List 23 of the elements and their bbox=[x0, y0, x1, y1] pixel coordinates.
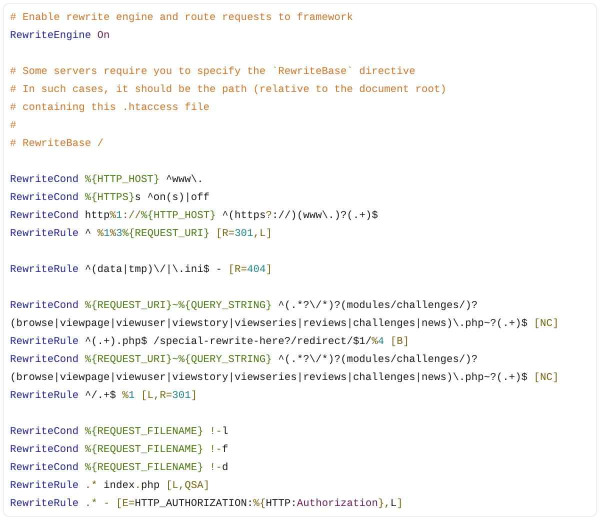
code-line: RewriteCond http%1://%{HTTP_HOST} ^(https?://)(www\.)?(.+)$ bbox=[10, 209, 378, 224]
code-line: RewriteRule ^ %1%3%{REQUEST_URI} [R=301,L] bbox=[10, 227, 272, 242]
code-line: RewriteEngine On bbox=[10, 29, 110, 44]
code-line: # Some servers require you to specify the `RewriteBase` directive bbox=[10, 65, 416, 80]
code-line: RewriteCond %{REQUEST_FILENAME} !-f bbox=[10, 443, 228, 458]
code-line: RewriteCond %{REQUEST_URI}~%{QUERY_STRING} ^(.*?\/*)?(modules/challenges/)? bbox=[10, 299, 478, 314]
code-line: RewriteRule ^(data|tmp)\/|\.ini$ - [R=404] bbox=[10, 263, 272, 278]
code-line: (browse|viewpage|viewuser|viewstory|viewseries|reviews|challenges|news)\.php~?(.+)$ [NC] bbox=[10, 317, 559, 332]
code-line: RewriteRule .* - [E=HTTP_AUTHORIZATION:%{HTTP:Authorization},L] bbox=[10, 497, 403, 512]
code-line: # containing this .htaccess file bbox=[10, 101, 210, 116]
code-line: RewriteCond %{HTTPS}s ^on(s)|off bbox=[10, 191, 210, 206]
code-line: RewriteRule ^(.+).php$ /special-rewrite-here?/redirect/$1/%4 [B] bbox=[10, 335, 410, 350]
code-line: # RewriteBase / bbox=[10, 137, 104, 152]
code-line: RewriteCond %{REQUEST_URI}~%{QUERY_STRING} ^(.*?\/*)?(modules/challenges/)? bbox=[10, 353, 478, 368]
code-line: RewriteRule .* index.php [L,QSA] bbox=[10, 479, 210, 494]
code-line: RewriteCond %{HTTP_HOST} ^www\. bbox=[10, 173, 204, 188]
code-line: RewriteRule ^/.+$ %1 [L,R=301] bbox=[10, 389, 198, 404]
code-line: # bbox=[10, 119, 16, 134]
code-line: RewriteCond %{REQUEST_FILENAME} !-d bbox=[10, 461, 228, 476]
code-line: # In such cases, it should be the path (relative to the document root) bbox=[10, 83, 446, 98]
code-line: # Enable rewrite engine and route requests to framework bbox=[10, 11, 353, 26]
code-line: RewriteCond %{REQUEST_FILENAME} !-l bbox=[10, 425, 228, 440]
code-line: (browse|viewpage|viewuser|viewstory|viewseries|reviews|challenges|news)\.php~?(.+)$ [NC] bbox=[10, 371, 559, 386]
